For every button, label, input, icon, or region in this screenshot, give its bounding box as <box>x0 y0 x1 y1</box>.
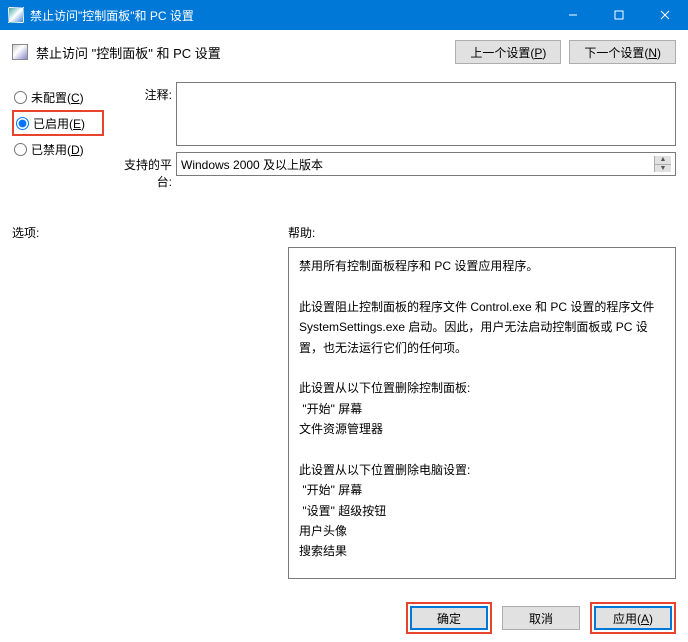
cancel-button[interactable]: 取消 <box>502 606 580 630</box>
comment-label: 注释: <box>112 82 176 146</box>
radio-disabled-label: 已禁用(D) <box>31 141 84 158</box>
radio-disabled[interactable]: 已禁用(D) <box>12 136 104 162</box>
radio-enabled[interactable]: 已启用(E) <box>12 110 104 136</box>
spinner-up-icon[interactable]: ▲ <box>655 156 671 165</box>
radio-not-configured-input[interactable] <box>14 91 27 104</box>
minimize-button[interactable] <box>550 0 596 30</box>
radio-enabled-label: 已启用(E) <box>33 115 85 132</box>
previous-setting-button[interactable]: 上一个设置(P) <box>455 40 561 64</box>
close-button[interactable] <box>642 0 688 30</box>
ok-highlight: 确定 <box>406 602 492 634</box>
policy-icon <box>12 44 28 60</box>
apply-highlight: 应用(A) <box>590 602 676 634</box>
spinner-down-icon[interactable]: ▼ <box>655 165 671 173</box>
policy-title: 禁止访问 "控制面板" 和 PC 设置 <box>36 43 455 62</box>
radio-enabled-input[interactable] <box>16 117 29 130</box>
window-title: 禁止访问"控制面板"和 PC 设置 <box>30 7 550 24</box>
help-text-box[interactable]: 禁用所有控制面板程序和 PC 设置应用程序。 此设置阻止控制面板的程序文件 Co… <box>288 247 676 579</box>
ok-button[interactable]: 确定 <box>410 606 488 630</box>
platform-label: 支持的平台: <box>112 152 176 190</box>
platform-spinner[interactable]: ▲ ▼ <box>654 156 671 172</box>
comment-textarea[interactable] <box>176 82 676 146</box>
next-setting-button[interactable]: 下一个设置(N) <box>569 40 676 64</box>
app-icon <box>8 7 24 23</box>
title-bar: 禁止访问"控制面板"和 PC 设置 <box>0 0 688 30</box>
radio-disabled-input[interactable] <box>14 143 27 156</box>
help-label: 帮助: <box>288 224 676 241</box>
radio-not-configured[interactable]: 未配置(C) <box>12 84 104 110</box>
radio-not-configured-label: 未配置(C) <box>31 89 84 106</box>
maximize-button[interactable] <box>596 0 642 30</box>
options-label: 选项: <box>12 224 282 241</box>
apply-button[interactable]: 应用(A) <box>594 606 672 630</box>
supported-platform-field[interactable]: Windows 2000 及以上版本 ▲ ▼ <box>176 152 676 176</box>
platform-value: Windows 2000 及以上版本 <box>181 156 323 173</box>
